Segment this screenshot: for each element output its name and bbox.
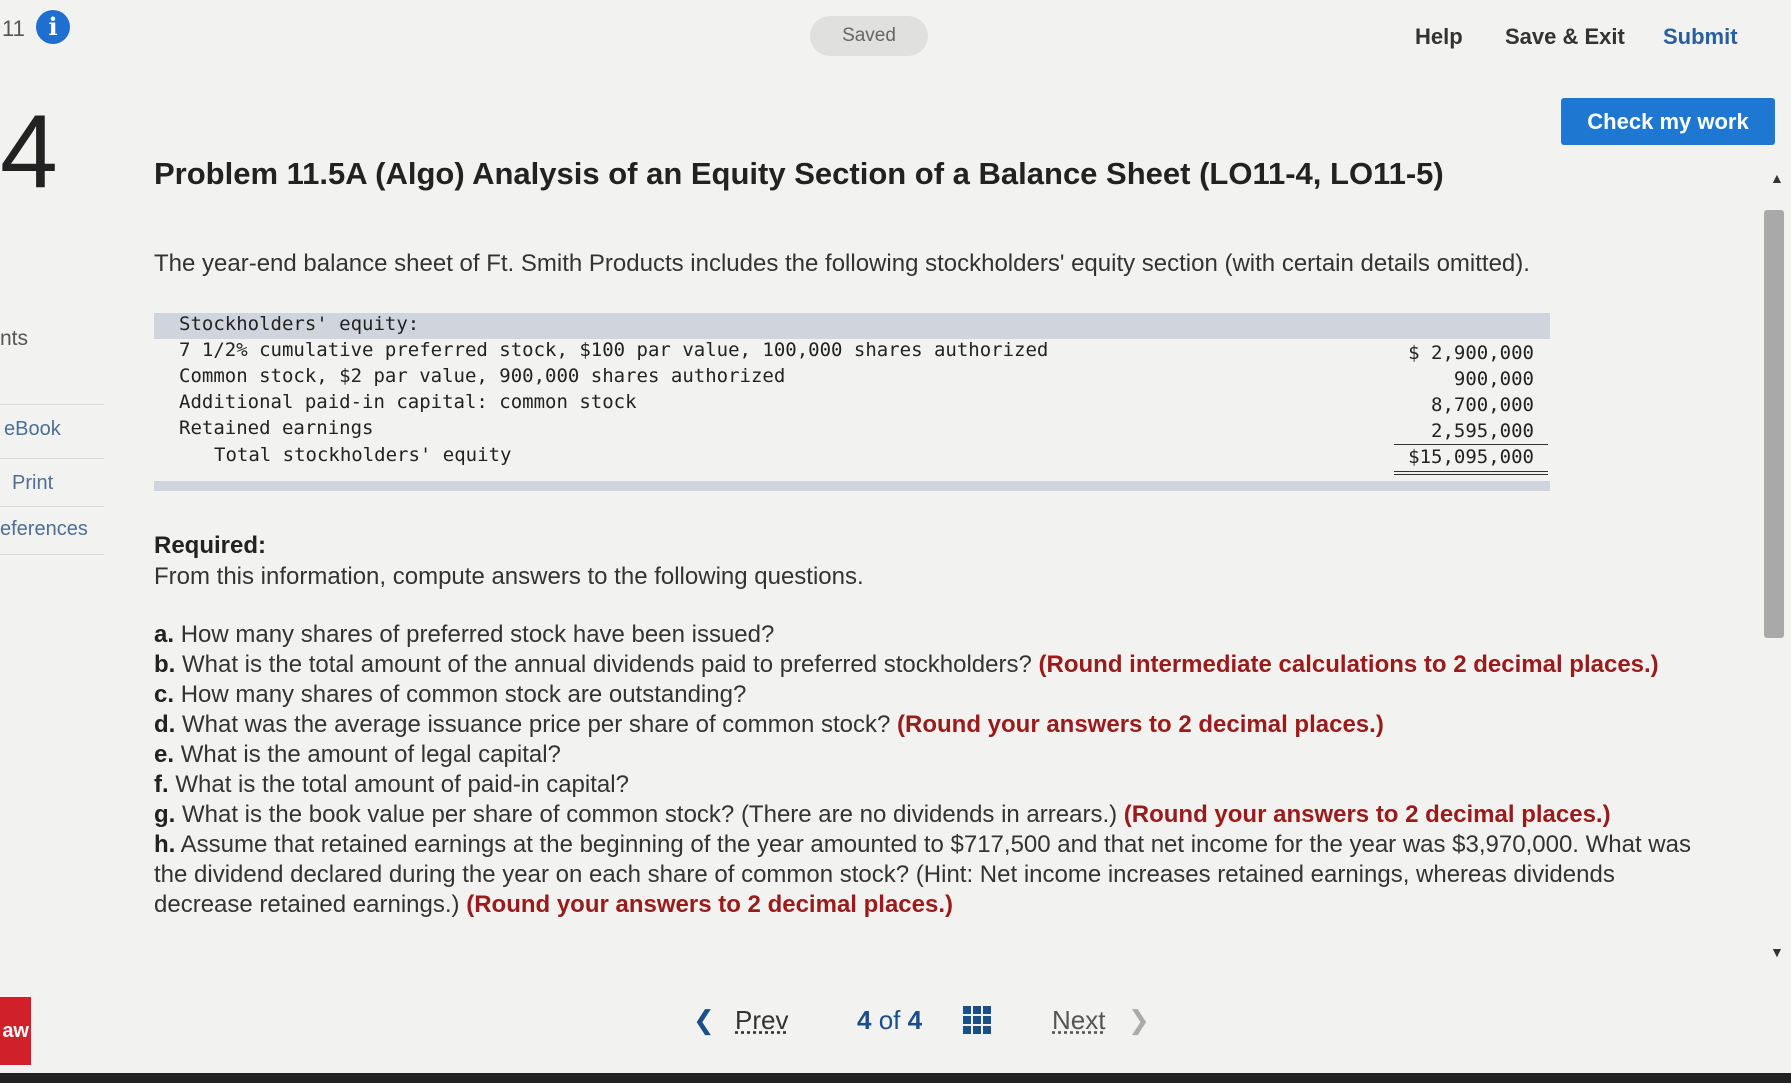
references-link[interactable]: eferences: [0, 518, 88, 541]
total-pages: 4: [907, 1005, 923, 1035]
total-rule: [1394, 474, 1548, 475]
problem-intro: The year-end balance sheet of Ft. Smith …: [154, 250, 1530, 277]
chevron-right-icon[interactable]: ❯: [1128, 1005, 1150, 1036]
table-row-label: Total stockholders' equity: [214, 444, 512, 466]
ebook-link[interactable]: eBook: [4, 418, 61, 441]
scroll-down-arrow-icon[interactable]: ▼: [1770, 944, 1784, 960]
total-rule: [1394, 471, 1548, 472]
question-big-number: 4: [0, 94, 58, 210]
question-item: a. How many shares of preferred stock ha…: [154, 621, 775, 648]
question-item: f. What is the total amount of paid-in c…: [154, 771, 629, 798]
top-bar: 11 i Saved Help Save & Exit Submit: [0, 0, 1791, 80]
table-row-label: Retained earnings: [179, 417, 374, 439]
rail-divider: [0, 554, 104, 555]
questions-list: a. How many shares of preferred stock ha…: [154, 620, 1714, 920]
help-link[interactable]: Help: [1415, 24, 1463, 50]
of-label: of: [878, 1005, 901, 1035]
rail-divider: [0, 506, 104, 507]
question-item: e. What is the amount of legal capital?: [154, 741, 561, 768]
table-row-value: $ 2,900,000: [1408, 342, 1534, 364]
rail-divider: [0, 404, 104, 405]
screen-bottom-edge: [0, 1073, 1791, 1083]
left-rail: [0, 80, 105, 1083]
required-subheading: From this information, compute answers t…: [154, 563, 864, 590]
problem-title: Problem 11.5A (Algo) Analysis of an Equi…: [154, 156, 1444, 191]
next-button[interactable]: Next: [1052, 1005, 1105, 1036]
table-row-label: Common stock, $2 par value, 900,000 shar…: [179, 365, 786, 387]
table-row-value: 900,000: [1453, 368, 1534, 390]
saved-status: Saved: [810, 16, 928, 56]
question-item: h. Assume that retained earnings at the …: [154, 831, 1691, 918]
info-icon[interactable]: i: [36, 10, 70, 44]
table-row-value: 8,700,000: [1431, 394, 1534, 416]
required-heading: Required:: [154, 532, 267, 559]
table-row-label: 7 1/2% cumulative preferred stock, $100 …: [179, 339, 1049, 361]
table-row-label: Additional paid-in capital: common stock: [179, 391, 637, 413]
scroll-up-arrow-icon[interactable]: ▲: [1770, 170, 1784, 186]
question-item: c. How many shares of common stock are o…: [154, 681, 747, 708]
check-my-work-button[interactable]: Check my work: [1561, 98, 1775, 145]
question-item: b. What is the total amount of the annua…: [154, 651, 1659, 678]
table-row-value: 2,595,000: [1431, 420, 1534, 442]
print-link[interactable]: Print: [12, 472, 53, 495]
subtotal-rule: [1394, 444, 1548, 445]
save-exit-link[interactable]: Save & Exit: [1505, 24, 1625, 50]
current-page: 4: [857, 1005, 872, 1035]
prev-button[interactable]: Prev: [735, 1005, 788, 1036]
submit-link[interactable]: Submit: [1663, 24, 1738, 50]
rail-divider: [0, 458, 104, 459]
grid-icon[interactable]: [963, 1006, 991, 1034]
question-item: d. What was the average issuance price p…: [154, 711, 1384, 738]
table-footer-band: [154, 481, 1550, 491]
chevron-left-icon[interactable]: ❮: [693, 1005, 715, 1036]
table-row-value: $15,095,000: [1408, 446, 1534, 468]
rail-partial-label: nts: [0, 327, 29, 350]
brand-logo: aw: [0, 997, 31, 1065]
page-indicator: 4 of 4: [857, 1005, 922, 1036]
equity-heading: Stockholders' equity:: [179, 313, 420, 335]
scrollbar-thumb[interactable]: [1764, 210, 1784, 638]
question-item: g. What is the book value per share of c…: [154, 801, 1611, 828]
equity-section-table: Stockholders' equity: 7 1/2% cumulative …: [154, 313, 1550, 493]
question-number: 11: [2, 16, 25, 41]
